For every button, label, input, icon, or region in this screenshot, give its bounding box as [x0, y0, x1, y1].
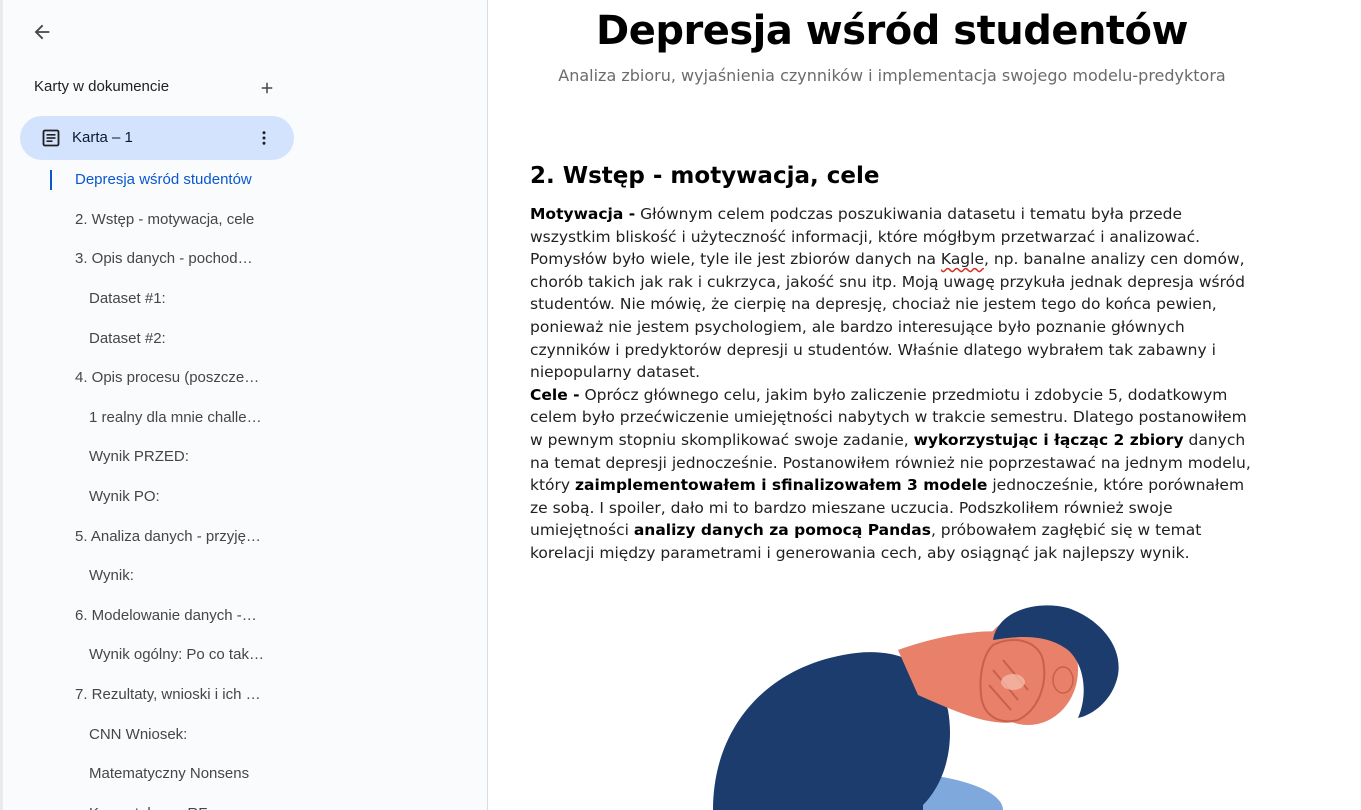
outline-item[interactable]: Dataset #2: — [3, 318, 303, 358]
outline-item[interactable]: 5. Analiza danych - przyję… — [3, 516, 303, 556]
illustration-blush — [1001, 674, 1025, 690]
outline-item-label: 3. Opis danych - pochod… — [75, 250, 253, 268]
outline-item-label: Wynik: — [89, 567, 134, 585]
outline-item-label: CNN Wniosek: — [89, 725, 188, 743]
outline-item-label: 5. Analiza danych - przyję… — [75, 527, 261, 545]
outline-item-label: Wynik ogólny: Po co tak… — [89, 646, 264, 664]
document-icon — [42, 129, 60, 147]
outline-item[interactable]: CNN Wniosek: — [3, 714, 303, 754]
outline-item-label: 1 realny dla mnie challe… — [89, 408, 262, 426]
tab-label: Karta – 1 — [72, 129, 133, 146]
plus-icon — [261, 82, 273, 94]
outline-item-label: Wynik PRZED: — [89, 448, 189, 466]
cele-bold-2: zaimplementowałem i sfinalizowałem 3 mod… — [575, 476, 988, 495]
tabs-header: Karty w dokumencie — [34, 78, 170, 95]
add-tab-button[interactable] — [253, 74, 281, 102]
outline-item[interactable]: 3. Opis danych - pochod… — [3, 239, 303, 279]
outline-item[interactable]: Wynik: — [3, 556, 303, 596]
cele-bold-1: wykorzystując i łącząc 2 zbiory — [913, 430, 1184, 449]
outline-item-label: Wynik PO: — [89, 488, 160, 506]
illustration-ear — [1052, 666, 1074, 694]
outline-item-label: 4. Opis procesu (poszcze… — [75, 369, 260, 387]
outline-item[interactable]: 6. Modelowanie danych -… — [3, 596, 303, 636]
outline-item[interactable]: Korzystałem z RF… — [3, 794, 303, 810]
outline-item[interactable]: Matematyczny Nonsens — [3, 754, 303, 794]
outline-item[interactable]: Wynik PRZED: — [3, 437, 303, 477]
more-vert-icon — [262, 131, 266, 145]
document-subtitle: Analiza zbioru, wyjaśnienia czynników i … — [558, 66, 1226, 85]
motywacja-paragraph: Motywacja - Głównym celem podczas poszuk… — [530, 203, 1256, 384]
cele-label: Cele - — [530, 385, 580, 404]
cele-bold-3: analizy danych za pomocą Pandas — [633, 521, 931, 540]
tab-more-button[interactable] — [250, 124, 278, 152]
outline-item[interactable]: Depresja wśród studentów — [3, 160, 303, 200]
spellcheck-word[interactable]: Kagle — [941, 250, 984, 268]
section-body[interactable]: Motywacja - Głównym celem podczas poszuk… — [530, 203, 1256, 565]
tab-karta-1[interactable]: Karta – 1 — [20, 116, 294, 160]
arrow-left-icon — [34, 24, 50, 40]
outline-item[interactable]: Wynik ogólny: Po co tak… — [3, 635, 303, 675]
motywacja-label: Motywacja - — [530, 205, 636, 223]
depressed-student-illustration — [713, 605, 1119, 810]
outline-item-label: Korzystałem z RF… — [89, 805, 222, 810]
document-tabs-sidebar: Karty w dokumencie Karta – 1 Depresja wś… — [0, 0, 488, 810]
back-button[interactable] — [23, 13, 61, 51]
outline-item-label: 6. Modelowanie danych -… — [75, 606, 257, 624]
outline-item[interactable]: Wynik PO: — [3, 477, 303, 517]
cele-paragraph: Cele - Oprócz głównego celu, jakim było … — [530, 384, 1256, 565]
outline-item-label: Matematyczny Nonsens — [89, 765, 250, 783]
outline-item[interactable]: 4. Opis procesu (poszcze… — [3, 358, 303, 398]
outline-item[interactable]: Dataset #1: — [3, 279, 303, 319]
outline-item[interactable]: 7. Rezultaty, wnioski i ich … — [3, 675, 303, 715]
outline-item-label: Dataset #2: — [89, 329, 166, 347]
outline-item-label: 7. Rezultaty, wnioski i ich … — [75, 686, 261, 704]
document-title: Depresja wśród studentów — [596, 8, 1188, 54]
outline-item[interactable]: 1 realny dla mnie challe… — [3, 398, 303, 438]
document-outline: Depresja wśród studentów 2. Wstęp - motyw… — [3, 160, 303, 810]
section-heading: 2. Wstęp - motywacja, cele — [530, 163, 880, 189]
outline-item[interactable]: 2. Wstęp - motywacja, cele — [3, 200, 303, 240]
document-page[interactable]: Depresja wśród studentów Analiza zbioru,… — [488, 0, 1361, 810]
motywacja-text-2: , np. banalne analizy cen domów, chorób … — [530, 250, 1245, 382]
outline-item-label: 2. Wstęp - motywacja, cele — [75, 210, 255, 228]
outline-item-label: Depresja wśród studentów — [75, 171, 252, 189]
outline-item-label: Dataset #1: — [89, 290, 166, 308]
